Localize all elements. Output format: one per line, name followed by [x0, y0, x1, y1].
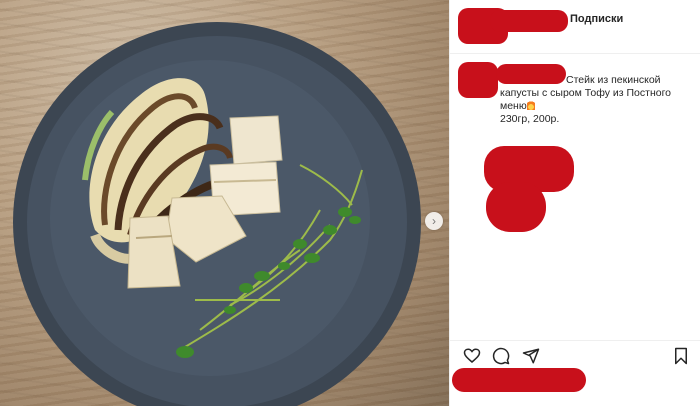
- redacted-comment-2: [486, 182, 546, 232]
- next-photo-button[interactable]: ›: [425, 212, 443, 230]
- caption-line-4: 230гр, 200р.: [500, 113, 560, 125]
- redacted-likes-count: [452, 368, 586, 392]
- redacted-author-name: [490, 10, 568, 32]
- caption-line-2: капусты с сыром Тофу из Постного: [500, 87, 672, 99]
- comments-area: Стейк из пекинской капусты с сыром Тофу …: [450, 54, 700, 340]
- caption-line-3: меню: [500, 100, 527, 112]
- post-side-panel: Подписки Стейк из пекинской капусты с сы…: [449, 0, 700, 406]
- redacted-commenter-avatar: [458, 62, 498, 98]
- comment-icon[interactable]: [492, 347, 510, 365]
- post-caption: Стейк из пекинской капусты с сыром Тофу …: [500, 74, 690, 126]
- photo-illustration: [13, 22, 421, 406]
- post-header: Подписки: [450, 0, 700, 54]
- bookmark-icon[interactable]: [672, 347, 690, 365]
- send-icon[interactable]: [522, 347, 540, 365]
- post-photo[interactable]: ›: [0, 0, 449, 406]
- heart-icon[interactable]: [463, 347, 481, 365]
- follow-button[interactable]: Подписки: [570, 13, 623, 25]
- caption-line-1: Стейк из пекинской: [566, 74, 661, 86]
- post-actions-bar: [450, 340, 700, 370]
- fire-emoji-icon: [526, 100, 535, 110]
